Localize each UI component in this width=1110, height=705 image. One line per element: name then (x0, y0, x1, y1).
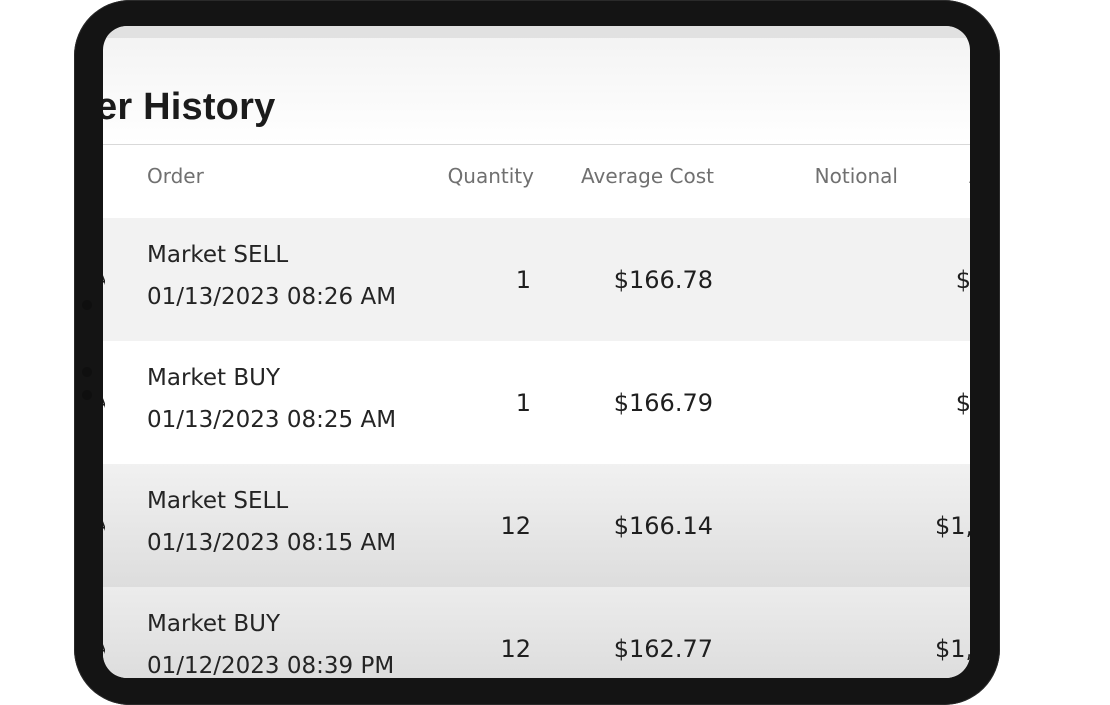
order-timestamp: 01/13/2023 08:26 AM (147, 284, 397, 310)
quantity-column-header: Quantity (447, 164, 534, 188)
partial-left-cell: A (103, 516, 105, 537)
order-type: Market SELL (147, 488, 289, 514)
table-header: Order Quantity Average Cost Notional A (103, 164, 970, 196)
header-divider (103, 144, 970, 145)
quantity-value: 1 (515, 266, 531, 294)
notional-partial-value: $1, (935, 512, 970, 540)
order-history-table: A Market SELL 01/13/2023 08:26 AM 1 $166… (103, 218, 970, 678)
quantity-value: 1 (515, 389, 531, 417)
table-row[interactable]: A Market BUY 01/13/2023 08:25 AM 1 $166.… (103, 341, 970, 464)
order-timestamp: 01/12/2023 08:39 PM (147, 653, 395, 678)
order-type: Market BUY (147, 365, 281, 391)
partial-left-cell: A (103, 270, 105, 291)
top-strip (103, 26, 970, 38)
order-type: Market BUY (147, 611, 281, 637)
table-row[interactable]: A Market SELL 01/13/2023 08:26 AM 1 $166… (103, 218, 970, 341)
quantity-value: 12 (500, 512, 531, 540)
table-row[interactable]: A Market BUY 01/12/2023 08:39 PM 12 $162… (103, 587, 970, 678)
order-column-header: Order (147, 164, 204, 188)
average-cost-column-header: Average Cost (581, 164, 714, 188)
notional-partial-value: $ (955, 266, 970, 294)
average-cost-value: $162.77 (613, 635, 713, 663)
side-button-middle (82, 367, 92, 377)
order-timestamp: 01/13/2023 08:25 AM (147, 407, 397, 433)
quantity-value: 12 (500, 635, 531, 663)
notional-column-header: Notional (814, 164, 898, 188)
side-button-bottom (82, 390, 92, 400)
order-type: Market SELL (147, 242, 289, 268)
table-row[interactable]: A Market SELL 01/13/2023 08:15 AM 12 $16… (103, 464, 970, 587)
screen: er History Order Quantity Average Cost N… (103, 26, 970, 678)
average-cost-value: $166.14 (613, 512, 713, 540)
partial-left-cell: A (103, 393, 105, 414)
order-timestamp: 01/13/2023 08:15 AM (147, 530, 397, 556)
average-cost-value: $166.78 (613, 266, 713, 294)
page-title: er History (103, 86, 276, 128)
average-cost-value: $166.79 (613, 389, 713, 417)
side-button-top (82, 300, 92, 310)
partial-left-cell: A (103, 639, 105, 660)
notional-partial-value: $ (955, 389, 970, 417)
partial-next-column-header: A (969, 164, 970, 188)
notional-partial-value: $1, (935, 635, 970, 663)
